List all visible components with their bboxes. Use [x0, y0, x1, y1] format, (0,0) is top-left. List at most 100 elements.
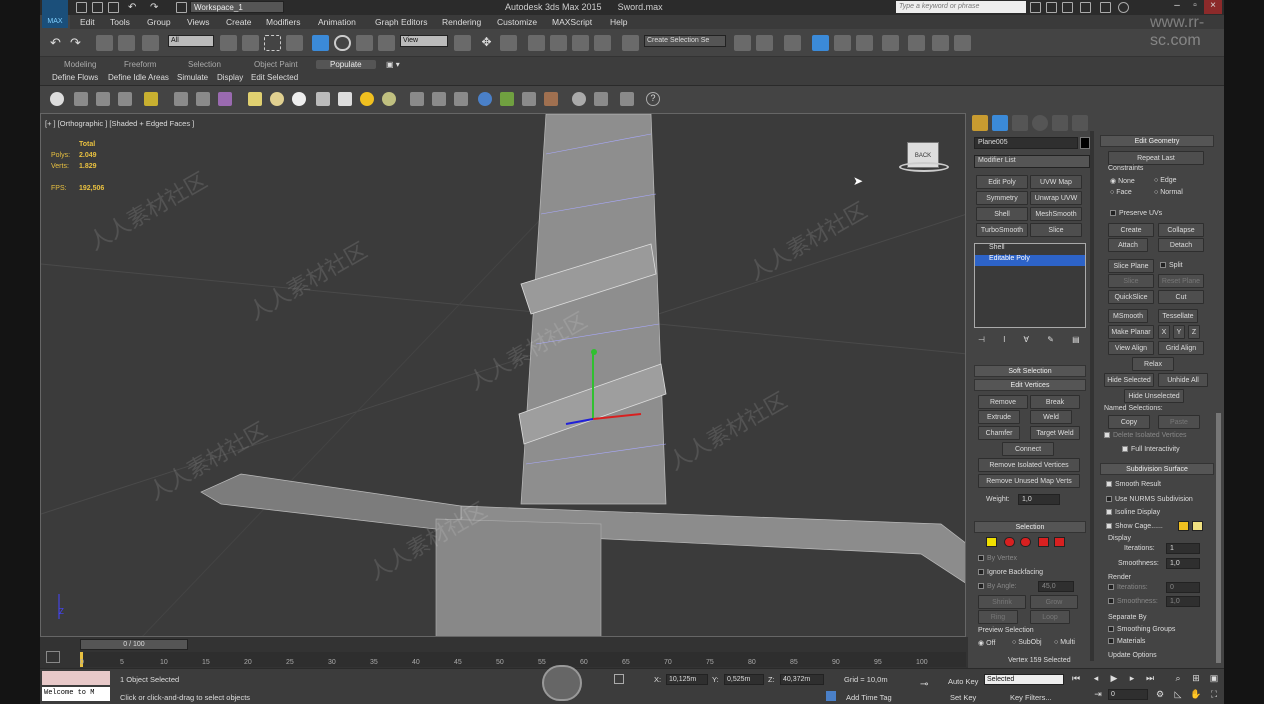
star-icon[interactable] — [1080, 2, 1091, 13]
mini-curve-editor-icon[interactable] — [46, 651, 60, 663]
menu-edit[interactable]: Edit — [80, 17, 95, 27]
cage-selection-color-swatch[interactable] — [1192, 521, 1203, 531]
planar-x-button[interactable]: X — [1158, 325, 1170, 339]
msmooth-button[interactable]: MSmooth — [1108, 309, 1148, 323]
angle-spinner[interactable]: 45,0 — [1038, 581, 1074, 592]
menu-customize[interactable]: Customize — [497, 17, 537, 27]
reset-plane-button[interactable]: Reset Plane — [1158, 274, 1204, 288]
unhide-all-button[interactable]: Unhide All — [1158, 373, 1208, 387]
box-primitive-icon[interactable] — [248, 92, 262, 106]
target-weld-button[interactable]: Target Weld — [1030, 426, 1080, 440]
ring-button[interactable]: Ring — [978, 610, 1018, 624]
view-align-button[interactable]: View Align — [1108, 341, 1154, 355]
pivot-center-icon[interactable] — [454, 35, 471, 51]
sphere-primitive-icon[interactable] — [270, 92, 284, 106]
polygon-mode-icon[interactable] — [1038, 537, 1049, 547]
mirror-icon[interactable] — [734, 35, 751, 51]
cut-button[interactable]: Cut — [1158, 290, 1204, 304]
help-icon[interactable] — [1118, 2, 1129, 13]
detach-button[interactable]: Detach — [1158, 238, 1204, 252]
preview-subobj-radio[interactable]: ○ SubObj — [1012, 639, 1042, 646]
full-interactivity-checkbox[interactable]: Full Interactivity — [1122, 446, 1180, 453]
break-button[interactable]: Break — [1030, 395, 1080, 409]
x-coordinate-field[interactable]: 10,125m — [666, 674, 708, 685]
keyboard-shortcut-icon[interactable] — [500, 35, 517, 51]
stack-item-editable-poly[interactable]: Editable Poly — [975, 255, 1085, 266]
isoline-display-checkbox[interactable]: Isoline Display — [1106, 509, 1160, 516]
binoculars-icon[interactable] — [1030, 2, 1041, 13]
preview-multi-radio[interactable]: ○ Multi — [1054, 639, 1075, 646]
menu-group[interactable]: Group — [147, 17, 171, 27]
window-crossing-icon[interactable] — [286, 35, 303, 51]
smooth-result-checkbox[interactable]: Smooth Result — [1106, 481, 1161, 488]
community-icon[interactable] — [1062, 2, 1073, 13]
edit-named-sel-icon[interactable] — [622, 35, 639, 51]
constraint-edge-radio[interactable]: ○ Edge — [1154, 177, 1177, 184]
relax-button[interactable]: Relax — [1132, 357, 1174, 371]
help-circle-icon[interactable]: ? — [646, 92, 660, 106]
motion-tab-icon[interactable] — [1032, 115, 1048, 131]
grow-button[interactable]: Grow — [1030, 595, 1078, 609]
menu-help[interactable]: Help — [610, 17, 627, 27]
snaps-toggle-icon[interactable] — [528, 35, 545, 51]
app-logo[interactable]: MAX — [42, 0, 68, 28]
ribbon-options-icon[interactable]: ▣ ▾ — [386, 60, 400, 69]
bind-spacewarp-icon[interactable] — [142, 35, 159, 51]
list-icon[interactable] — [96, 92, 110, 106]
key-mode-dropdown[interactable]: Selected — [984, 674, 1064, 685]
select-object-icon[interactable] — [220, 35, 237, 51]
workspace-dropdown[interactable]: Workspace_1 — [190, 1, 284, 13]
by-vertex-checkbox[interactable]: By Vertex — [978, 555, 1017, 562]
unwrap-uvw-button[interactable]: Unwrap UVW — [1030, 191, 1082, 205]
object-color-swatch[interactable] — [1080, 137, 1090, 149]
go-to-end-icon[interactable]: ⏭ — [1144, 673, 1156, 685]
curve-editor-icon[interactable] — [834, 35, 851, 51]
spline-icon[interactable] — [432, 92, 446, 106]
render-smoothness-spinner[interactable]: 1,0 — [1166, 596, 1200, 607]
menu-tools[interactable]: Tools — [110, 17, 130, 27]
weight-spinner[interactable]: 1,0 — [1018, 494, 1060, 505]
maximize-viewport-icon[interactable]: ⛶ — [1208, 689, 1220, 701]
grid-icon[interactable] — [410, 92, 424, 106]
weld-button[interactable]: Weld — [1030, 410, 1072, 424]
open-file-icon[interactable] — [92, 2, 103, 13]
light-icon[interactable] — [144, 92, 158, 106]
set-key-button[interactable]: Set Key — [950, 693, 976, 702]
z-coordinate-field[interactable]: 40,372m — [780, 674, 824, 685]
link-icon[interactable] — [96, 35, 113, 51]
redo-icon[interactable]: ↷ — [70, 35, 87, 51]
ignore-backfacing-checkbox[interactable]: Ignore Backfacing — [978, 569, 1043, 576]
menu-modifiers[interactable]: Modifiers — [266, 17, 300, 27]
simulate-button[interactable]: Simulate — [177, 73, 208, 82]
remove-unused-map-verts-button[interactable]: Remove Unused Map Verts — [978, 474, 1080, 488]
search-input[interactable]: Type a keyword or phrase — [896, 1, 1026, 13]
maxscript-listener[interactable]: Welcome to M — [42, 687, 110, 701]
uvw-map-button[interactable]: UVW Map — [1030, 175, 1082, 189]
scene-explorer-icon[interactable] — [620, 92, 634, 106]
named-selection-dropdown[interactable]: Create Selection Se — [644, 35, 726, 47]
tools-icon[interactable] — [174, 92, 188, 106]
ribbon-tab-object-paint[interactable]: Object Paint — [254, 60, 298, 69]
slice-button[interactable]: Slice — [1108, 274, 1154, 288]
hide-unselected-button[interactable]: Hide Unselected — [1124, 389, 1184, 403]
display-tab-icon[interactable] — [1052, 115, 1068, 131]
planar-y-button[interactable]: Y — [1173, 325, 1185, 339]
render-setup-icon[interactable] — [908, 35, 925, 51]
copy-button[interactable]: Copy — [1108, 415, 1150, 429]
go-to-start-icon[interactable]: ⏮ — [1070, 673, 1082, 685]
create-tab-icon[interactable] — [972, 115, 988, 131]
track-bar[interactable]: 0 5 10 15 20 25 30 35 40 45 50 55 60 65 … — [80, 652, 966, 667]
field-of-view-icon[interactable]: ◺ — [1172, 689, 1184, 701]
constraint-normal-radio[interactable]: ○ Normal — [1154, 189, 1183, 196]
select-rotate-icon[interactable] — [334, 35, 351, 51]
stack-tools[interactable]: ⊣ ǀ ∀ ✎ ▤ — [978, 335, 1088, 345]
selection-filter-dropdown[interactable]: All — [168, 35, 214, 47]
remove-button[interactable]: Remove — [978, 395, 1028, 409]
container-icon[interactable] — [74, 92, 88, 106]
unlink-icon[interactable] — [118, 35, 135, 51]
stack-item-shell[interactable]: Shell — [975, 244, 1085, 255]
select-by-name-icon[interactable] — [242, 35, 259, 51]
render-iterations-checkbox[interactable]: Iterations: — [1108, 584, 1148, 591]
redo-icon[interactable]: ↷ — [150, 2, 161, 13]
viewcube-ring[interactable] — [899, 162, 949, 172]
